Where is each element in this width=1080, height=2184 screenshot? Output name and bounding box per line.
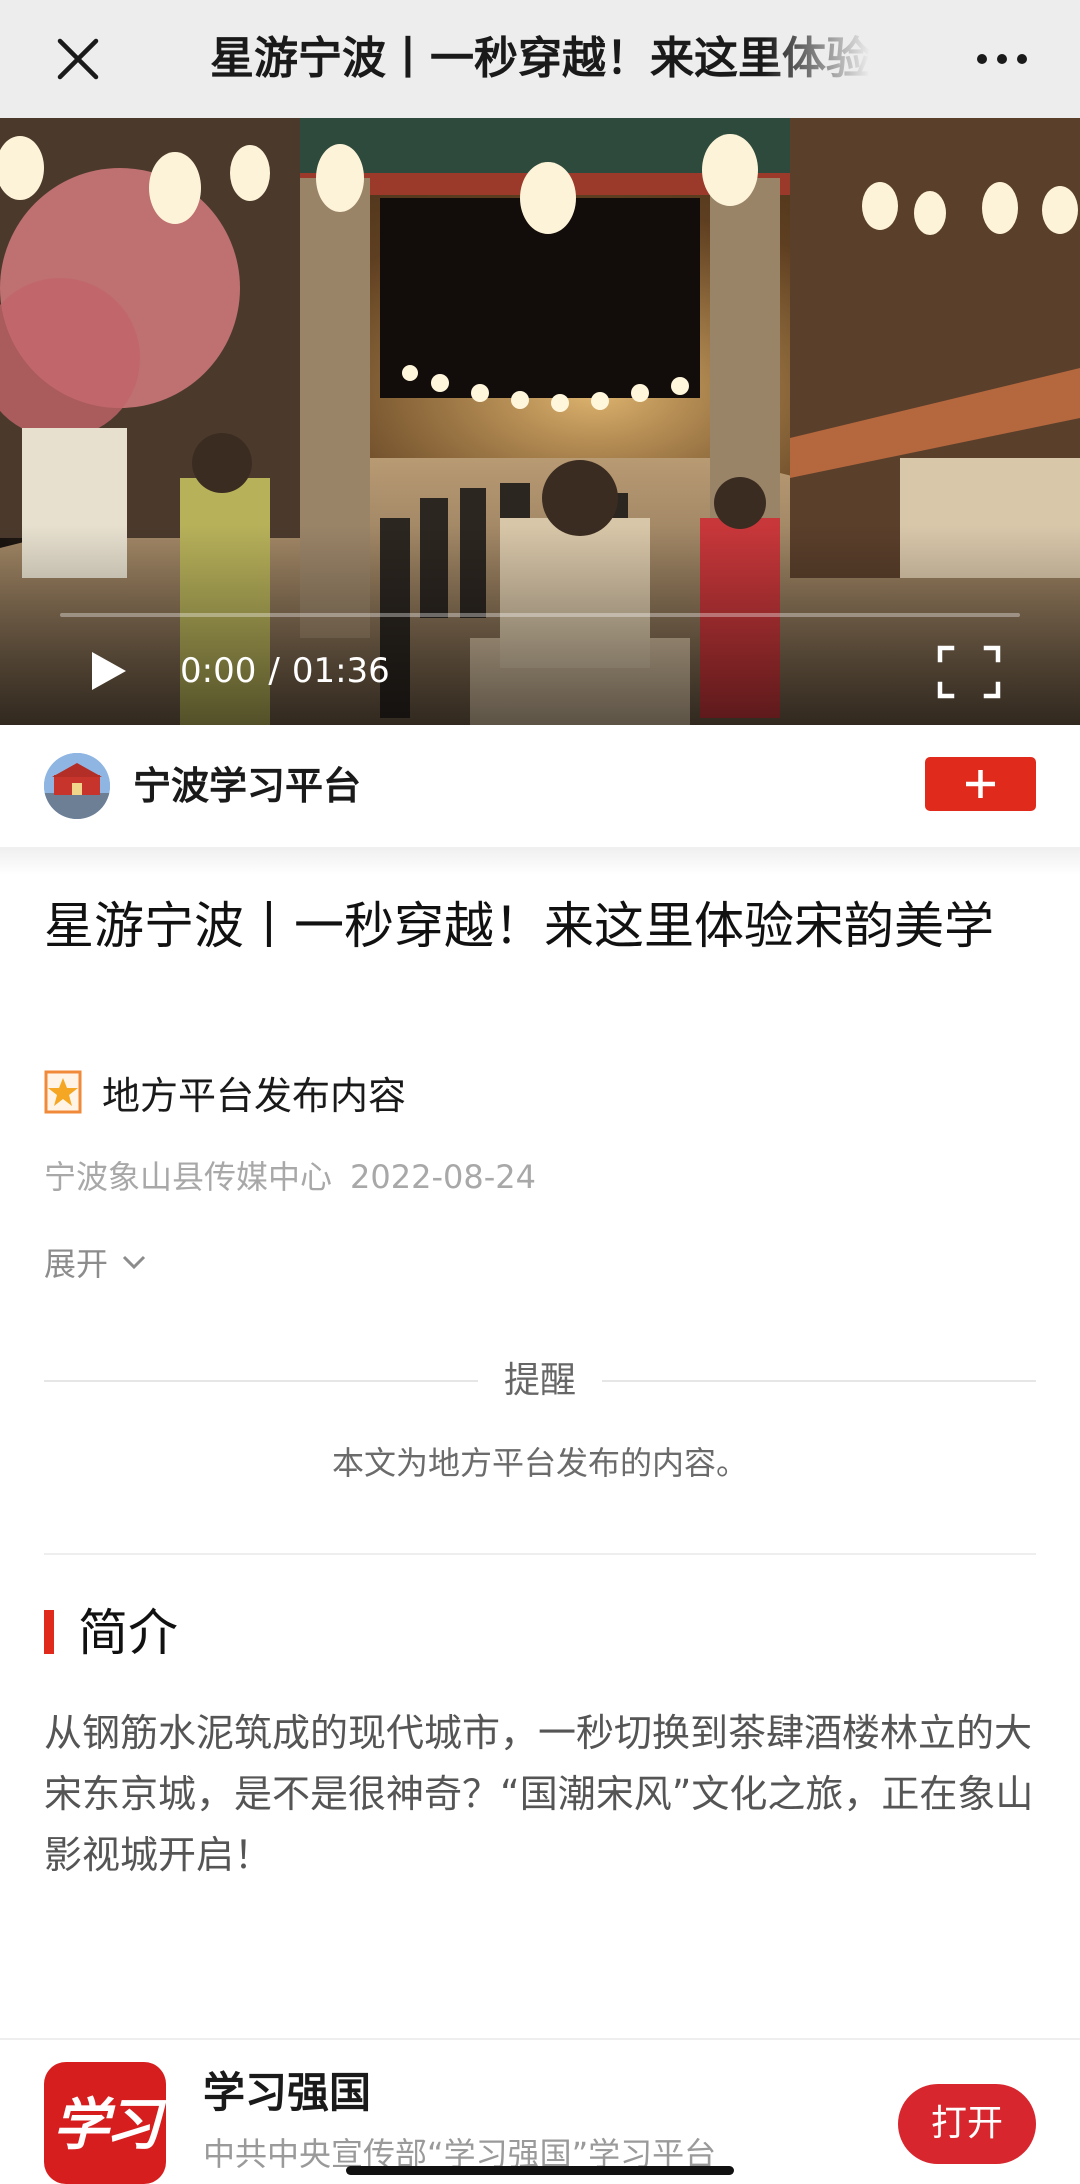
article-source: 宁波象山县传媒中心 (44, 1158, 333, 1196)
follow-button[interactable] (925, 757, 1036, 811)
page-title: 星游宁波丨一秒穿越！来这里体验宋韵美学 (210, 33, 870, 84)
app-logo: 学习 (44, 2062, 166, 2184)
publisher-bar: 宁波学习平台 (0, 725, 1080, 847)
expand-label: 展开 (44, 1245, 109, 1283)
reminder-text: 本文为地方平台发布的内容。 (331, 1444, 748, 1482)
star-badge-icon (44, 1070, 82, 1114)
more-dots-icon[interactable] (972, 29, 1032, 89)
publisher-name[interactable]: 宁波学习平台 (133, 725, 361, 847)
video-current-time: 0:00 (180, 651, 257, 691)
article-meta: 宁波象山县传媒中心 2022-08-24 (44, 1155, 536, 1199)
reminder-divider-right (602, 1380, 1036, 1382)
home-indicator (346, 2166, 734, 2175)
intro-text: 从钢筋水泥筑成的现代城市，一秒切换到茶肆酒楼林立的大宋东京城，是不是很神奇？“国… (44, 1711, 1034, 1877)
top-nav-bar: 星游宁波丨一秒穿越！来这里体验宋韵美学 (0, 0, 1080, 118)
article-date: 2022-08-24 (350, 1158, 536, 1196)
close-icon[interactable] (48, 29, 108, 89)
chevron-down-icon (122, 1255, 146, 1270)
article-title: 星游宁波丨一秒穿越！来这里体验宋韵美学 (44, 897, 994, 955)
app-logo-text: 学习 (53, 2092, 161, 2158)
app-name: 学习强国 (203, 2068, 372, 2117)
section-divider (44, 1553, 1036, 1555)
video-player[interactable]: 0:00 / 01:36 (0, 118, 1080, 725)
intro-title: 简介 (78, 1604, 178, 1662)
plus-icon (966, 770, 995, 798)
video-duration: 01:36 (291, 651, 390, 691)
video-control-shade (0, 525, 1080, 725)
reminder-divider-left (44, 1380, 478, 1382)
publisher-avatar[interactable] (44, 753, 110, 819)
expand-button[interactable]: 展开 (44, 1240, 148, 1284)
play-icon[interactable] (84, 646, 132, 696)
open-app-button[interactable]: 打开 (898, 2084, 1036, 2164)
local-tag-label: 地方平台发布内容 (102, 1073, 407, 1118)
video-progress-bar[interactable] (60, 613, 1020, 617)
local-platform-tag: 地方平台发布内容 (44, 1066, 406, 1118)
video-time: 0:00 / 01:36 (180, 646, 390, 696)
reminder-title: 提醒 (503, 1360, 576, 1401)
section-shadow (0, 847, 1080, 875)
video-time-separator: / (268, 651, 280, 691)
fullscreen-icon[interactable] (934, 642, 1004, 702)
app-download-banner: 学习 学习强国 中共中央宣传部“学习强国”学习平台 打开 (0, 2038, 1080, 2184)
intro-accent-bar (44, 1610, 54, 1654)
avatar-image (44, 753, 110, 819)
